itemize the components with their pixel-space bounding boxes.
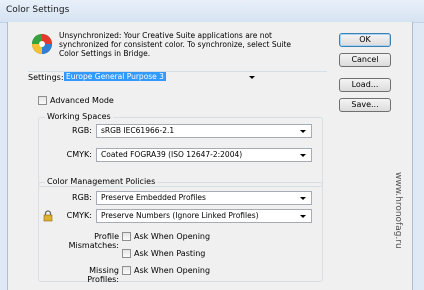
ask-when-pasting-label: Ask When Pasting [134, 249, 206, 258]
advanced-mode-label: Advanced Mode [50, 96, 114, 105]
missing-ask-when-opening-label: Ask When Opening [134, 266, 211, 275]
working-spaces-title: Working Spaces [45, 112, 113, 121]
cancel-button[interactable]: Cancel [339, 53, 391, 67]
ws-rgb-value: sRGB IEC61966-2.1 [101, 126, 175, 135]
policy-cmyk-value: Preserve Numbers (Ignore Linked Profiles… [101, 211, 259, 220]
color-policies-title: Color Management Policies [45, 177, 158, 186]
save-button[interactable]: Save... [339, 98, 391, 112]
profile-mismatches-label: Profile Mismatches: [68, 232, 119, 250]
settings-value: Europe General Purpose 3 [64, 72, 166, 81]
ask-when-opening-checkbox[interactable] [122, 232, 131, 241]
settings-dropdown[interactable]: Europe General Purpose 3 [64, 71, 260, 85]
missing-ask-when-opening-checkbox[interactable] [122, 266, 131, 275]
ws-rgb-label: RGB: [72, 126, 92, 135]
watermark-area: www.hronofag.ru [393, 172, 403, 282]
chevron-down-icon [300, 154, 306, 157]
ws-cmyk-label: CMYK: [66, 150, 92, 159]
ws-cmyk-dropdown[interactable]: Coated FOGRA39 (ISO 12647-2:2004) [96, 148, 312, 162]
chevron-down-icon [249, 76, 255, 79]
policy-cmyk-dropdown[interactable]: Preserve Numbers (Ignore Linked Profiles… [96, 209, 312, 223]
title-bar[interactable]: Color Settings [0, 0, 424, 23]
advanced-mode-checkbox[interactable] [38, 96, 47, 105]
chevron-down-icon [300, 197, 306, 200]
policy-cmyk-label: CMYK: [66, 211, 92, 220]
policy-rgb-label: RGB: [72, 193, 92, 202]
window-title: Color Settings [6, 5, 70, 15]
ok-button[interactable]: OK [339, 33, 391, 47]
ask-when-pasting-checkbox[interactable] [122, 249, 131, 258]
watermark-text: www.hronofag.ru [393, 172, 403, 249]
dialog-body: Unsynchronized: Your Creative Suite appl… [7, 22, 413, 290]
ws-rgb-dropdown[interactable]: sRGB IEC61966-2.1 [96, 124, 312, 138]
settings-label: Settings: [28, 73, 64, 82]
ws-cmyk-value: Coated FOGRA39 (ISO 12647-2:2004) [101, 150, 243, 159]
lock-icon [43, 210, 53, 222]
sync-message: Unsynchronized: Your Creative Suite appl… [59, 31, 291, 58]
ask-when-opening-label: Ask When Opening [134, 232, 211, 241]
load-button[interactable]: Load... [339, 78, 391, 92]
color-sync-globe-icon [32, 34, 52, 54]
chevron-down-icon [300, 130, 306, 133]
policy-rgb-value: Preserve Embedded Profiles [101, 193, 206, 202]
policy-rgb-dropdown[interactable]: Preserve Embedded Profiles [96, 191, 312, 205]
missing-profiles-label: Missing Profiles: [87, 266, 119, 284]
chevron-down-icon [300, 215, 306, 218]
